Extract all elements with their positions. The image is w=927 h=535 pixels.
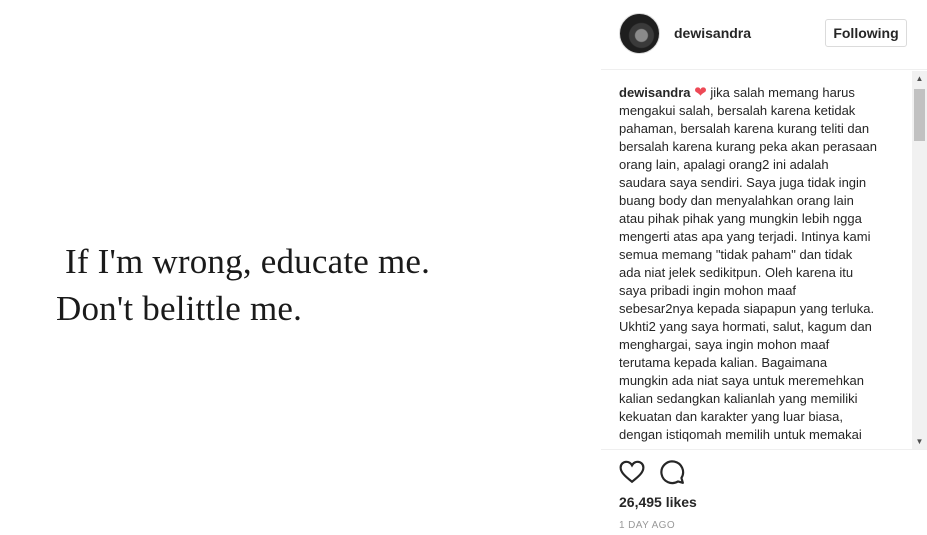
- like-button[interactable]: [619, 459, 647, 487]
- caption: dewisandra ❤ jika salah memang harus men…: [619, 84, 909, 444]
- caption-line: bersalah karena kurang peka akan perasaa…: [619, 139, 878, 154]
- caption-line: mungkin ada niat saya untuk meremehkan: [619, 373, 864, 388]
- caption-line: dengan istiqomah memilih untuk memakai: [619, 427, 862, 442]
- caption-line: saya pribadi ingin mohon maaf: [619, 283, 797, 298]
- post-header: dewisandra Following: [601, 0, 927, 70]
- caption-line: atau pihak pihak yang mungkin lebih ngga: [619, 211, 862, 226]
- red-heart-emoji: ❤: [694, 84, 707, 101]
- caption-line: mengakui salah, bersalah karena ketidak: [619, 103, 856, 118]
- caption-line: semua memang "tidak paham" dan tidak: [619, 247, 853, 262]
- username-link[interactable]: dewisandra: [674, 25, 751, 41]
- comment-button[interactable]: [659, 459, 687, 487]
- caption-line: ada niat jelek sedikitpun. Oleh karena i…: [619, 265, 854, 280]
- quote-line-1: If I'm wrong, educate me.: [65, 242, 431, 281]
- post-image[interactable]: If I'm wrong, educate me. Don't belittle…: [0, 0, 600, 535]
- caption-line: pahaman, bersalah karena kurang teliti d…: [619, 121, 870, 136]
- caption-line: buang body dan menyalahkan orang lain: [619, 193, 854, 208]
- caption-scrollbar[interactable]: ▲ ▼: [912, 71, 927, 449]
- scroll-up-arrow[interactable]: ▲: [912, 71, 927, 86]
- caption-line: Ukhti2 yang saya hormati, salut, kagum d…: [619, 319, 872, 334]
- caption-line: terutama kepada kalian. Bagaimana: [619, 355, 828, 370]
- following-button[interactable]: Following: [825, 19, 907, 47]
- post-timestamp[interactable]: 1 DAY AGO: [619, 520, 675, 531]
- quote-text: If I'm wrong, educate me. Don't belittle…: [56, 238, 430, 332]
- caption-line: orang lain, apalagi orang2 ini adalah: [619, 157, 829, 172]
- caption-line: kalian sedangkan kalianlah yang memiliki: [619, 391, 858, 406]
- avatar[interactable]: [619, 13, 660, 54]
- caption-line: mengerti atas apa yang terjadi. Intinya …: [619, 229, 871, 244]
- caption-username[interactable]: dewisandra: [619, 85, 691, 100]
- scroll-down-arrow[interactable]: ▼: [912, 434, 927, 449]
- caption-first-line: dewisandra ❤ jika salah memang harus: [619, 84, 909, 102]
- quote-line-2: Don't belittle me.: [56, 289, 303, 328]
- caption-line: jika salah memang harus: [710, 85, 855, 100]
- heart-outline-icon: [619, 460, 645, 484]
- post-sidebar: dewisandra Following dewisandra ❤ jika s…: [601, 0, 927, 535]
- scroll-thumb[interactable]: [914, 89, 925, 141]
- caption-line: sebesar2nya kepada siapapun yang terluka…: [619, 301, 875, 316]
- comments-panel: dewisandra ❤ jika salah memang harus men…: [601, 71, 927, 449]
- speech-bubble-icon: [660, 460, 685, 485]
- caption-line: kekuatan dan karakter yang luar biasa,: [619, 409, 844, 424]
- likes-count[interactable]: 26,495 likes: [619, 494, 697, 510]
- caption-line: menghargai, saya ingin mohon maaf: [619, 337, 830, 352]
- divider: [601, 449, 927, 450]
- caption-line: saudara saya sendiri. Saya juga tidak in…: [619, 175, 867, 190]
